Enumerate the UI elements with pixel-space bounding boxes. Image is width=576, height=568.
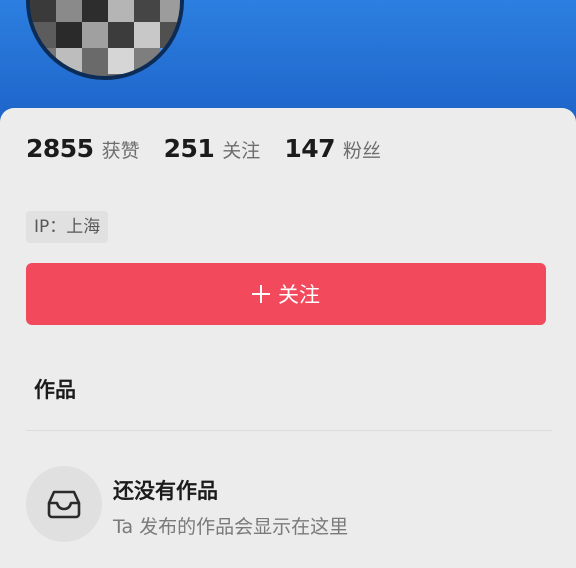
empty-state-description: Ta 发布的作品会显示在这里 — [113, 516, 349, 538]
avatar-pixel — [30, 22, 56, 48]
avatar-pixel — [160, 22, 180, 48]
stat-following-label: 关注 — [222, 140, 261, 162]
stat-likes-label: 获赞 — [101, 140, 140, 162]
follow-button-label: 关注 — [278, 283, 320, 307]
avatar-pixel — [108, 22, 134, 48]
inbox-tray-icon — [47, 490, 81, 519]
avatar[interactable] — [26, 0, 184, 80]
avatar-pixel — [134, 22, 160, 48]
avatar-pixel — [134, 48, 160, 74]
ip-location-badge: IP：上海 — [26, 211, 109, 243]
avatar-pixel — [82, 0, 108, 22]
avatar-pixel — [56, 48, 82, 74]
stat-following-value: 251 — [163, 134, 215, 163]
profile-stats: 2855 获赞 251 关注 147 粉丝 — [26, 134, 405, 163]
empty-state-title: 还没有作品 — [113, 479, 218, 503]
empty-state-icon-wrap — [26, 466, 102, 542]
stat-followers-label: 粉丝 — [343, 140, 382, 162]
avatar-pixel — [30, 0, 56, 22]
avatar-pixel — [160, 48, 180, 74]
stat-likes-value: 2855 — [26, 134, 94, 163]
avatar-pixel — [82, 22, 108, 48]
divider — [26, 430, 552, 431]
stat-followers-value: 147 — [284, 134, 335, 163]
avatar-pixel — [160, 0, 180, 22]
follow-button[interactable]: 关注 — [26, 263, 546, 325]
avatar-pixel — [134, 0, 160, 22]
plus-icon — [252, 285, 270, 303]
stat-followers[interactable]: 147 粉丝 — [284, 134, 381, 163]
stat-following[interactable]: 251 关注 — [164, 134, 261, 163]
avatar-pixel — [56, 22, 82, 48]
avatar-pixel — [30, 48, 56, 74]
avatar-pixel — [56, 0, 82, 22]
avatar-pixel — [108, 48, 134, 74]
stat-likes[interactable]: 2855 获赞 — [26, 134, 140, 163]
works-section-title: 作品 — [34, 378, 76, 402]
avatar-pixel — [82, 48, 108, 74]
avatar-pixel — [108, 0, 134, 22]
